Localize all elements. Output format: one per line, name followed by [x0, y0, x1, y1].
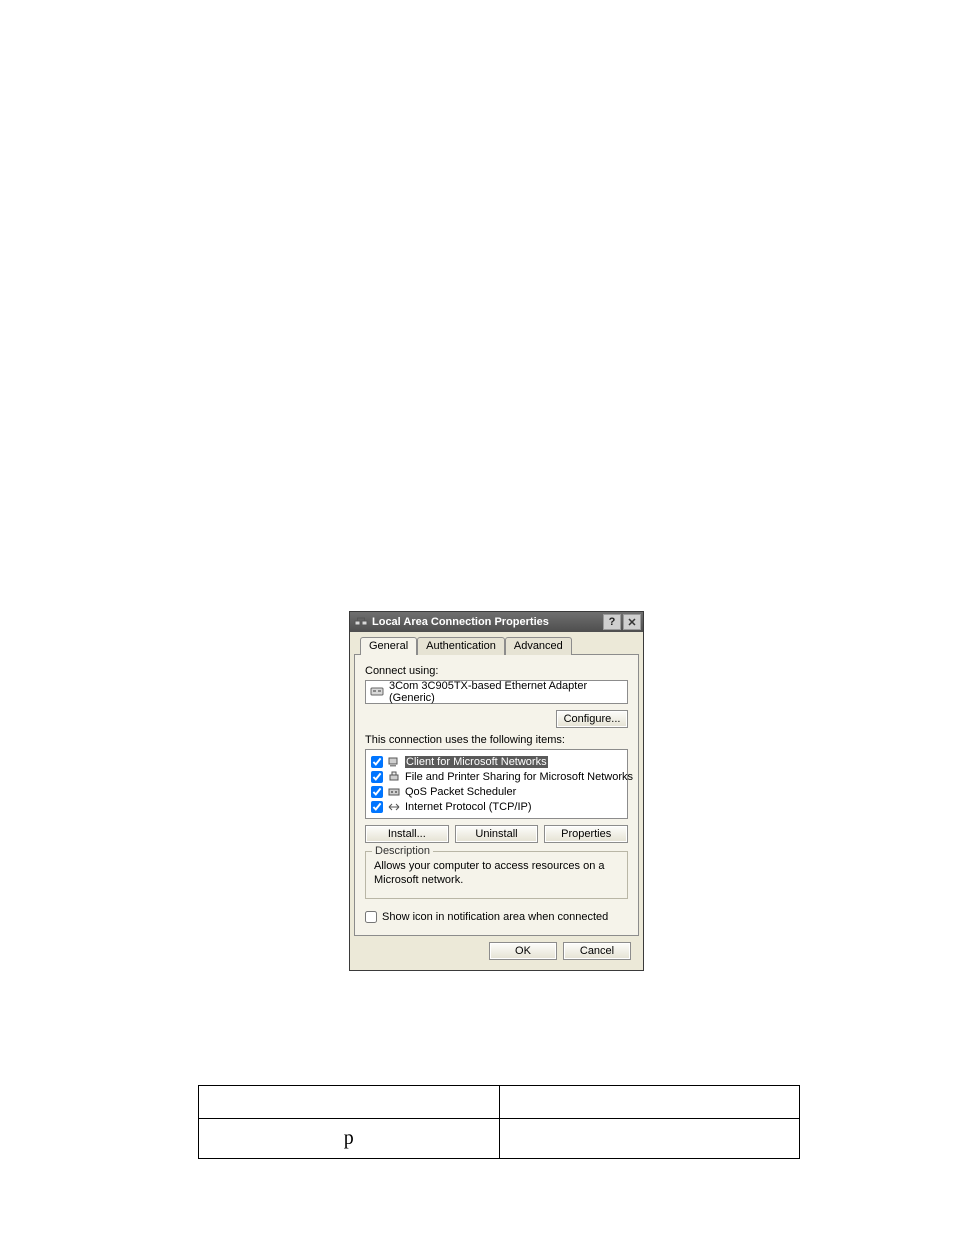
description-legend: Description — [372, 845, 433, 857]
properties-button[interactable]: Properties — [544, 825, 628, 843]
list-item[interactable]: QoS Packet Scheduler — [371, 784, 622, 799]
dialog-body: General Authentication Advanced Connect … — [350, 632, 643, 970]
item-checkbox[interactable] — [371, 786, 383, 798]
show-icon-checkbox[interactable] — [365, 911, 377, 923]
items-list[interactable]: Client for Microsoft Networks File and P… — [365, 749, 628, 819]
adapter-name: 3Com 3C905TX-based Ethernet Adapter (Gen… — [389, 680, 623, 704]
item-label: Internet Protocol (TCP/IP) — [405, 801, 532, 813]
network-icon — [354, 615, 368, 629]
titlebar[interactable]: Local Area Connection Properties ? ✕ — [350, 612, 643, 632]
item-checkbox[interactable] — [371, 756, 383, 768]
uninstall-button[interactable]: Uninstall — [455, 825, 539, 843]
ok-button[interactable]: OK — [489, 942, 557, 960]
show-icon-label: Show icon in notification area when conn… — [382, 911, 608, 923]
connect-using-label: Connect using: — [365, 665, 628, 677]
close-button[interactable]: ✕ — [623, 614, 641, 630]
printer-icon — [387, 770, 401, 783]
item-label: File and Printer Sharing for Microsoft N… — [405, 771, 633, 783]
adapter-field[interactable]: 3Com 3C905TX-based Ethernet Adapter (Gen… — [365, 680, 628, 704]
dialog-footer: OK Cancel — [354, 936, 639, 964]
tab-authentication[interactable]: Authentication — [417, 637, 505, 655]
cancel-button[interactable]: Cancel — [563, 942, 631, 960]
show-icon-row[interactable]: Show icon in notification area when conn… — [365, 911, 628, 923]
item-checkbox[interactable] — [371, 771, 383, 783]
list-item[interactable]: Internet Protocol (TCP/IP) — [371, 799, 622, 814]
table-cell: p — [199, 1119, 500, 1159]
table-cell — [499, 1086, 800, 1119]
description-group: Description Allows your computer to acce… — [365, 851, 628, 899]
table-row — [199, 1086, 800, 1119]
table-row: p — [199, 1119, 800, 1159]
description-text: Allows your computer to access resources… — [374, 860, 619, 888]
configure-button[interactable]: Configure... — [556, 710, 628, 728]
adapter-icon — [370, 686, 384, 698]
device-icon — [387, 785, 401, 798]
item-label: QoS Packet Scheduler — [405, 786, 516, 798]
tab-strip: General Authentication Advanced — [360, 636, 639, 654]
protocol-icon — [387, 800, 401, 813]
table-cell — [199, 1086, 500, 1119]
table-cell — [499, 1119, 800, 1159]
help-button[interactable]: ? — [603, 614, 621, 630]
tab-general[interactable]: General — [360, 637, 417, 655]
list-item[interactable]: File and Printer Sharing for Microsoft N… — [371, 769, 622, 784]
tab-panel-general: Connect using: 3Com 3C905TX-based Ethern… — [354, 654, 639, 936]
install-button[interactable]: Install... — [365, 825, 449, 843]
tab-advanced[interactable]: Advanced — [505, 637, 572, 655]
item-checkbox[interactable] — [371, 801, 383, 813]
dialog-title: Local Area Connection Properties — [372, 616, 601, 628]
simple-table: p — [198, 1085, 800, 1159]
connection-properties-dialog: Local Area Connection Properties ? ✕ Gen… — [349, 611, 644, 971]
items-label: This connection uses the following items… — [365, 734, 628, 746]
list-item[interactable]: Client for Microsoft Networks — [371, 754, 622, 769]
item-label: Client for Microsoft Networks — [405, 756, 548, 768]
computer-icon — [387, 755, 401, 768]
